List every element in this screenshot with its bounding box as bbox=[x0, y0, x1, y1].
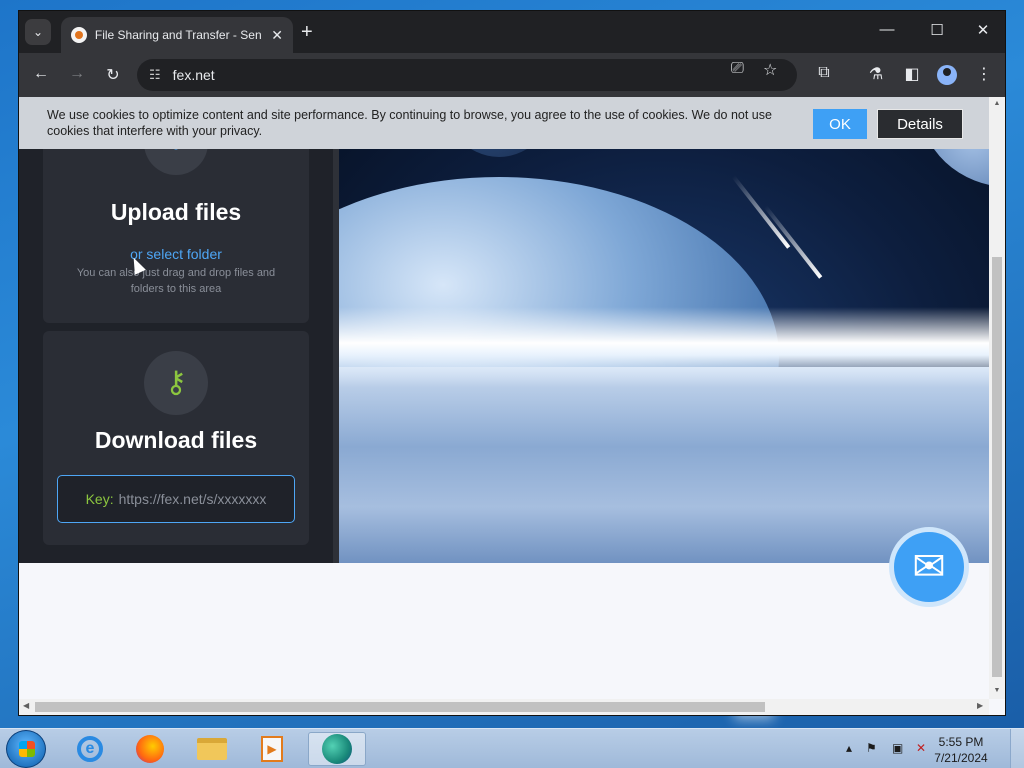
extensions-icon[interactable]: ⧉ bbox=[813, 64, 835, 82]
download-title: Download files bbox=[94, 427, 258, 453]
back-icon[interactable]: ← bbox=[29, 65, 53, 83]
space-background-image bbox=[339, 97, 989, 563]
taskbar-firefox[interactable] bbox=[126, 732, 174, 766]
windows-logo-icon bbox=[19, 741, 35, 757]
clock-time: 5:55 PM bbox=[938, 735, 984, 749]
upload-card[interactable]: + Upload files or select folder You can … bbox=[43, 111, 309, 323]
tab-fex[interactable]: File Sharing and Transfer - Sen ✕ bbox=[61, 17, 293, 53]
taskbar: e ▶ ▴ ⚑ ▣ ✕ 5:55 PM 7/21/2024 bbox=[0, 728, 1024, 768]
install-app-icon[interactable]: ⎚ bbox=[731, 60, 744, 78]
fex-app: + Upload files or select folder You can … bbox=[19, 97, 989, 563]
cloud-layer bbox=[339, 367, 989, 563]
scroll-left-icon[interactable]: ◀ bbox=[23, 701, 29, 710]
scroll-down-icon[interactable]: ▼ bbox=[989, 687, 1005, 694]
volume-muted-icon[interactable]: ✕ bbox=[916, 741, 926, 755]
firefox-icon bbox=[136, 735, 164, 763]
reload-icon[interactable]: ↻ bbox=[101, 65, 125, 85]
show-desktop-button[interactable] bbox=[1010, 729, 1024, 768]
cookie-text: We use cookies to optimize content and s… bbox=[47, 108, 772, 138]
drag-drop-hint: You can also just drag and drop files an… bbox=[76, 267, 276, 295]
horizontal-scrollbar[interactable]: ◀ ▶ bbox=[19, 699, 989, 715]
clock-date: 7/21/2024 bbox=[934, 751, 988, 765]
minimize-icon[interactable]: — bbox=[867, 21, 907, 38]
browser-toolbar: ← → ↻ ☷ fex.net ⎚ ☆ ⧉ ⚗ ◧ ⋮ bbox=[19, 53, 1005, 97]
taskbar-media-player[interactable]: ▶ bbox=[248, 732, 296, 766]
browser-window: ⌄ File Sharing and Transfer - Sen ✕ + — … bbox=[18, 10, 1006, 716]
media-player-icon: ▶ bbox=[261, 736, 283, 762]
download-card: ⚷ Download files Key: https://fex.net/s/… bbox=[43, 331, 309, 545]
scroll-right-icon[interactable]: ▶ bbox=[977, 701, 983, 710]
cookie-banner: We use cookies to optimize content and s… bbox=[19, 97, 989, 149]
vertical-scroll-thumb[interactable] bbox=[992, 257, 1002, 677]
tab-title: File Sharing and Transfer - Sen bbox=[94, 28, 262, 42]
taskbar-internet-explorer[interactable]: e bbox=[66, 732, 114, 766]
comet-streak bbox=[731, 175, 791, 249]
tray-expand-icon[interactable]: ▴ bbox=[846, 741, 852, 755]
vertical-scrollbar[interactable]: ▲ ▼ bbox=[989, 97, 1005, 699]
left-panel: + Upload files or select folder You can … bbox=[19, 97, 333, 563]
key-icon: ⚷ bbox=[144, 351, 208, 415]
upload-title: Upload files bbox=[110, 199, 242, 225]
key-label: Key: bbox=[85, 491, 114, 507]
system-clock[interactable]: 5:55 PM 7/21/2024 bbox=[930, 734, 992, 766]
close-window-icon[interactable]: ✕ bbox=[963, 21, 1003, 39]
taskbar-file-explorer[interactable] bbox=[188, 732, 236, 766]
maximize-icon[interactable]: ☐ bbox=[917, 21, 957, 39]
mail-envelope-icon[interactable]: ✉ bbox=[889, 527, 969, 607]
folder-icon bbox=[197, 738, 227, 760]
fex-favicon-icon bbox=[71, 27, 87, 43]
edge-browser-icon bbox=[322, 734, 352, 764]
horizontal-scroll-thumb[interactable] bbox=[35, 702, 765, 712]
labs-flask-icon[interactable]: ⚗ bbox=[865, 64, 887, 84]
forward-icon[interactable]: → bbox=[65, 65, 89, 83]
new-tab-button[interactable]: + bbox=[301, 22, 313, 42]
start-button[interactable] bbox=[6, 730, 46, 768]
page-viewport: + Upload files or select folder You can … bbox=[19, 97, 1005, 715]
tab-bar: ⌄ File Sharing and Transfer - Sen ✕ + — … bbox=[19, 11, 1005, 53]
site-settings-icon[interactable]: ☷ bbox=[149, 67, 161, 83]
comet-streak bbox=[763, 205, 823, 279]
cookie-details-button[interactable]: Details bbox=[877, 109, 963, 139]
scroll-up-icon[interactable]: ▲ bbox=[989, 100, 1005, 107]
network-icon[interactable]: ▣ bbox=[892, 741, 903, 755]
select-folder-link[interactable]: or select folder bbox=[43, 246, 309, 262]
url-text: fex.net bbox=[172, 67, 215, 83]
tab-close-icon[interactable]: ✕ bbox=[271, 27, 283, 44]
more-menu-icon[interactable]: ⋮ bbox=[973, 64, 995, 84]
cookie-ok-button[interactable]: OK bbox=[813, 109, 867, 139]
action-center-flag-icon[interactable]: ⚑ bbox=[866, 741, 877, 755]
bookmark-star-icon[interactable]: ☆ bbox=[763, 60, 777, 80]
key-input[interactable]: Key: https://fex.net/s/xxxxxxx bbox=[57, 475, 295, 523]
side-panel-icon[interactable]: ◧ bbox=[901, 64, 923, 84]
horizon-glow bbox=[339, 307, 989, 387]
taskbar-edge[interactable] bbox=[308, 732, 366, 766]
tab-search-button[interactable]: ⌄ bbox=[25, 19, 51, 45]
profile-avatar-icon[interactable] bbox=[937, 65, 957, 85]
internet-explorer-icon: e bbox=[77, 736, 103, 762]
key-placeholder: https://fex.net/s/xxxxxxx bbox=[118, 491, 267, 507]
address-bar[interactable]: ☷ fex.net bbox=[137, 59, 797, 91]
